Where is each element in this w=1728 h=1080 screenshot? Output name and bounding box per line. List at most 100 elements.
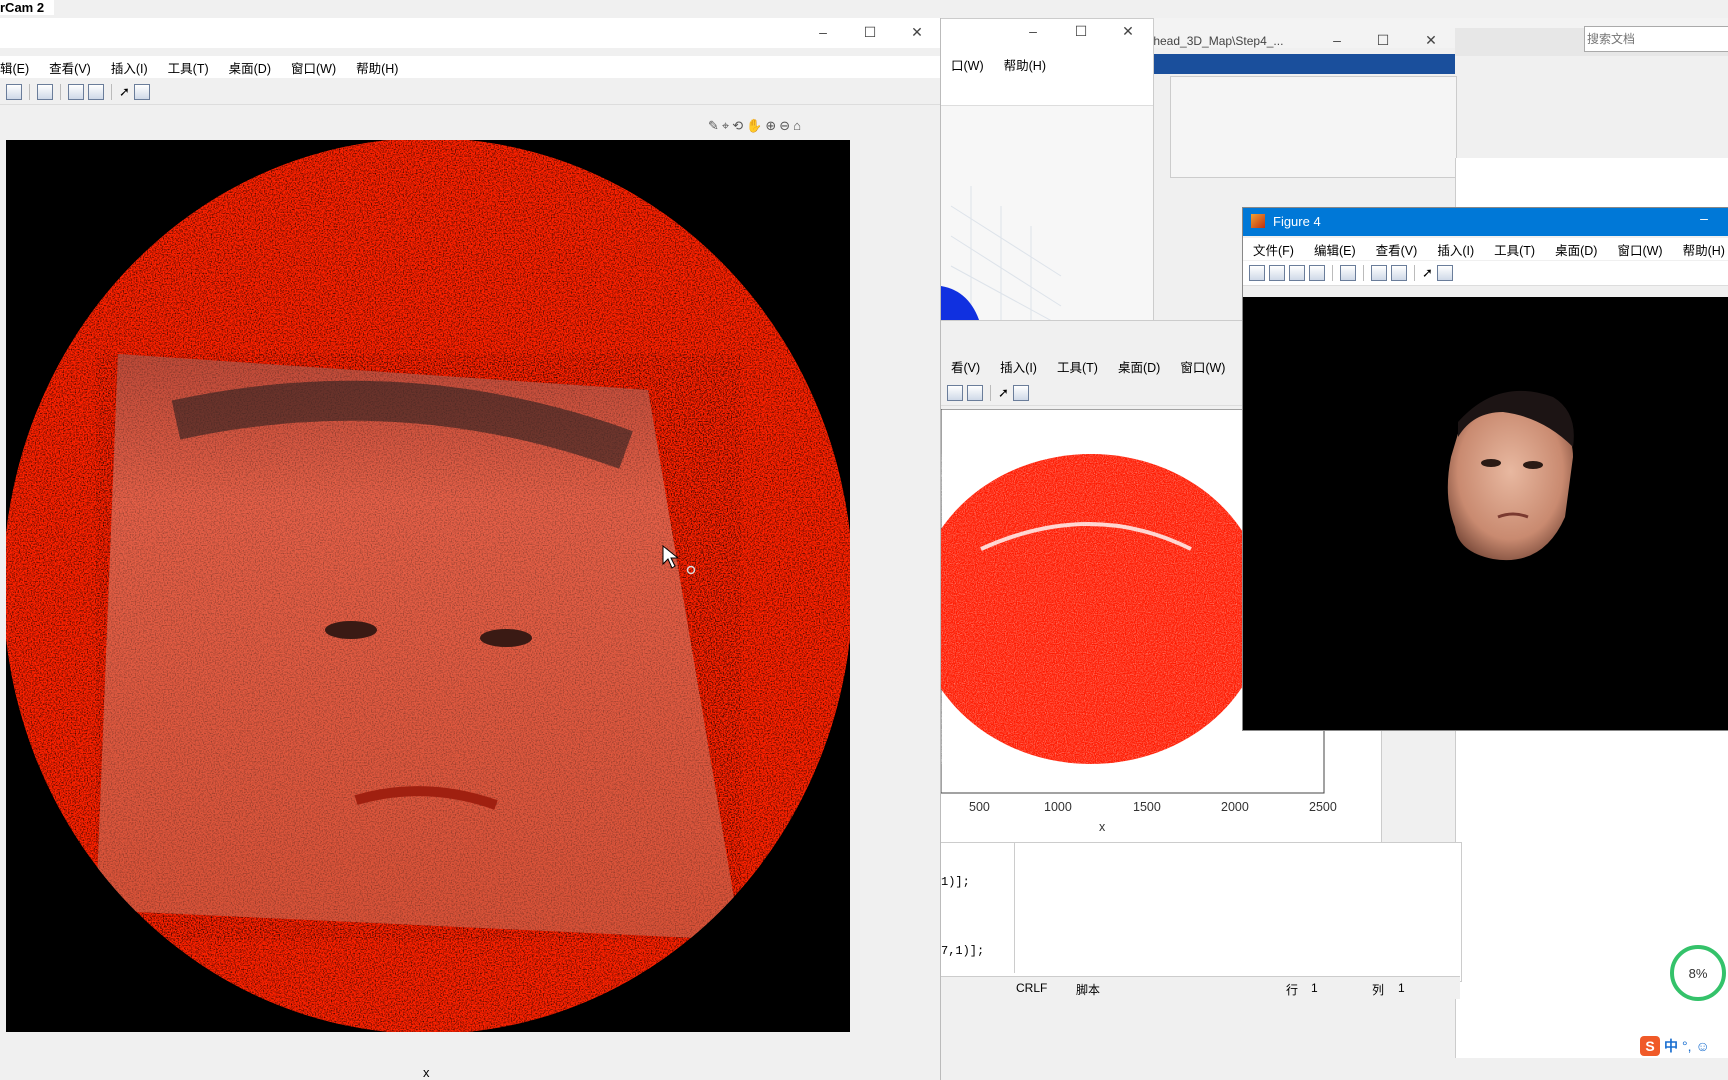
menu-desktop[interactable]: 桌面(D) <box>1545 240 1607 259</box>
main-axes-area <box>3 138 853 1034</box>
x-tick-2500: 2500 <box>1309 800 1337 814</box>
new-file-icon[interactable] <box>1249 265 1265 281</box>
figure4-canvas <box>1243 297 1728 730</box>
mid-figure-menubar: 口(W) 帮助(H) <box>941 53 1153 75</box>
left-eye <box>1481 459 1501 467</box>
face-point-noise <box>96 354 741 940</box>
x-tick-500: 500 <box>969 800 990 814</box>
figure4-menubar: 文件(F) 编辑(E) 查看(V) 插入(I) 工具(T) 桌面(D) 窗口(W… <box>1243 238 1728 260</box>
menu-file[interactable]: 文件(F) <box>1243 240 1304 259</box>
toolbar-separator <box>60 84 61 100</box>
property-editor-icon[interactable] <box>1436 265 1453 281</box>
menu-window[interactable]: 窗口(W) <box>1607 240 1672 259</box>
line-ending-status: CRLF <box>1016 981 1048 995</box>
zoom-out-icon[interactable]: ⊖ <box>779 118 790 134</box>
toolbar-separator <box>1363 265 1364 281</box>
toolbar-separator <box>111 84 112 100</box>
menu-insert[interactable]: 插入(I) <box>990 357 1047 376</box>
mid-figure-plot <box>941 186 1062 324</box>
editor-path: \head_3D_Map\Step4_... <box>1150 34 1284 48</box>
legend-icon[interactable] <box>88 84 104 100</box>
maximize-icon[interactable]: ☐ <box>859 24 881 41</box>
figure4-toolbar: ➚ <box>1243 261 1728 286</box>
pointer-icon[interactable]: ➚ <box>1422 265 1433 281</box>
menu-desktop[interactable]: 桌面(D) <box>219 58 281 77</box>
pointer-icon[interactable]: ➚ <box>119 84 130 100</box>
progress-ring-widget[interactable]: 8% <box>1670 945 1726 1001</box>
main-figure-toolbar: ➚ <box>0 80 940 105</box>
pan-icon[interactable]: ✋ <box>746 118 762 134</box>
legend-icon[interactable] <box>1391 265 1407 281</box>
menu-view[interactable]: 看(V) <box>941 357 990 376</box>
x-tick-1000: 1000 <box>1044 800 1072 814</box>
punctuation-icon[interactable]: °, <box>1682 1038 1692 1054</box>
main-figure-titlebar: – ☐ ✕ <box>0 18 940 48</box>
menu-desktop[interactable]: 桌面(D) <box>1108 357 1170 376</box>
code-line[interactable]: 7,1)]; <box>941 944 984 958</box>
legend-icon[interactable] <box>967 385 983 401</box>
save-icon[interactable] <box>1289 265 1305 281</box>
colorbar-icon[interactable] <box>68 84 84 100</box>
rotate-icon[interactable]: ⟲ <box>732 118 743 134</box>
menu-window[interactable]: 窗口(W) <box>1170 357 1235 376</box>
minimize-icon[interactable]: – <box>1022 23 1044 39</box>
pointer-icon[interactable]: ➚ <box>998 385 1009 401</box>
minimize-icon[interactable]: – <box>1326 32 1348 48</box>
menu-window[interactable]: 窗口(W) <box>281 58 346 77</box>
search-docs-input[interactable] <box>1584 26 1728 52</box>
right-eye <box>1523 461 1543 469</box>
menu-tools[interactable]: 工具(T) <box>158 58 219 77</box>
new-figure-icon[interactable] <box>947 385 963 401</box>
menu-window[interactable]: 口(W) <box>941 55 994 74</box>
close-icon[interactable]: ✕ <box>1420 32 1442 49</box>
mid-figure-window: – ☐ ✕ 口(W) 帮助(H) <box>940 18 1154 325</box>
menu-view[interactable]: 查看(V) <box>39 58 101 77</box>
menu-tools[interactable]: 工具(T) <box>1047 357 1108 376</box>
minimize-icon[interactable]: – <box>1693 210 1715 226</box>
ime-toolbar[interactable]: S 中 °, ☺ <box>1640 1034 1728 1058</box>
datatip-icon[interactable]: ⌖ <box>722 118 729 134</box>
file-type-status: 脚本 <box>1076 983 1101 997</box>
row-value: 1 <box>1311 981 1318 995</box>
main-figure-menubar: 辑(E) 查看(V) 插入(I) 工具(T) 桌面(D) 窗口(W) 帮助(H) <box>0 56 940 78</box>
figure4-titlebar: Figure 4 – <box>1243 208 1728 236</box>
menu-view[interactable]: 查看(V) <box>1366 240 1428 259</box>
link-plot-icon[interactable] <box>1340 265 1356 281</box>
menu-help[interactable]: 帮助(H) <box>994 55 1056 74</box>
emoji-icon[interactable]: ☺ <box>1696 1038 1710 1054</box>
right-eye <box>480 629 532 647</box>
print-icon[interactable] <box>6 84 22 100</box>
colorbar-icon[interactable] <box>1371 265 1387 281</box>
x-tick-1500: 1500 <box>1133 800 1161 814</box>
close-icon[interactable]: ✕ <box>906 24 928 41</box>
code-line[interactable]: 1)]; <box>941 875 970 889</box>
minimize-icon[interactable]: – <box>812 24 834 40</box>
menu-edit[interactable]: 辑(E) <box>0 58 39 77</box>
link-plot-icon[interactable] <box>37 84 53 100</box>
menu-help[interactable]: 帮助(H) <box>346 58 408 77</box>
maximize-icon[interactable]: ☐ <box>1372 32 1394 49</box>
toolbar-separator <box>29 84 30 100</box>
maximize-icon[interactable]: ☐ <box>1070 23 1092 40</box>
desktop-window-title: rCam 2 <box>0 0 55 15</box>
row-label: 行 <box>1286 983 1299 997</box>
menu-insert[interactable]: 插入(I) <box>101 58 158 77</box>
property-editor-icon[interactable] <box>1012 385 1029 401</box>
main-x-axis-label: x <box>423 1065 430 1080</box>
open-folder-icon[interactable] <box>1269 265 1285 281</box>
property-editor-icon[interactable] <box>133 84 150 100</box>
col-value: 1 <box>1398 981 1405 995</box>
menu-tools[interactable]: 工具(T) <box>1484 240 1545 259</box>
menu-help[interactable]: 帮助(H) <box>1673 240 1728 259</box>
col-label: 列 <box>1372 983 1385 997</box>
home-icon[interactable]: ⌂ <box>793 118 801 134</box>
menu-insert[interactable]: 插入(I) <box>1427 240 1484 259</box>
brush-icon[interactable]: ✎ <box>708 118 719 134</box>
code-gutter <box>1014 843 1015 973</box>
close-icon[interactable]: ✕ <box>1117 23 1139 40</box>
print-icon[interactable] <box>1309 265 1325 281</box>
menu-edit[interactable]: 编辑(E) <box>1304 240 1366 259</box>
zoom-in-icon[interactable]: ⊕ <box>765 118 776 134</box>
point-noise-overlay <box>941 454 1266 764</box>
ime-language[interactable]: 中 <box>1664 1036 1678 1056</box>
